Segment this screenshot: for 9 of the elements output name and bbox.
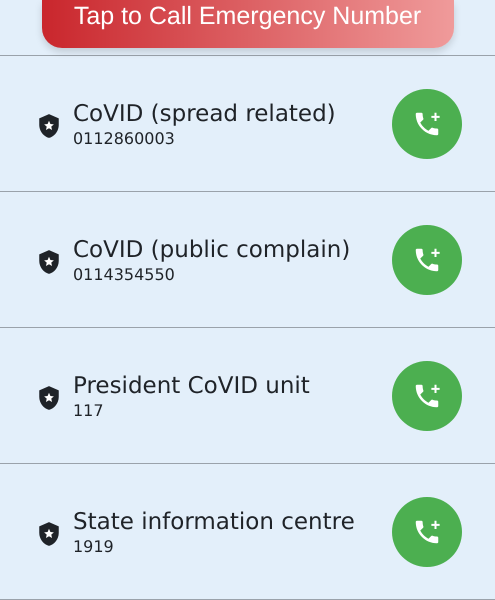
- phone-number: 0114354550: [73, 264, 176, 284]
- contact-name: CoVID (spread related): [73, 100, 337, 128]
- contact-name: President CoVID unit: [73, 372, 311, 400]
- phone-number: 0112860003: [73, 128, 176, 148]
- phone-number: 1919: [73, 536, 115, 556]
- contact-name: CoVID (public complain): [73, 236, 352, 264]
- contact-name: State information centre: [73, 508, 356, 536]
- call-emergency-button[interactable]: Tap to Call Emergency Number: [42, 0, 454, 48]
- phone-number: 117: [73, 400, 105, 420]
